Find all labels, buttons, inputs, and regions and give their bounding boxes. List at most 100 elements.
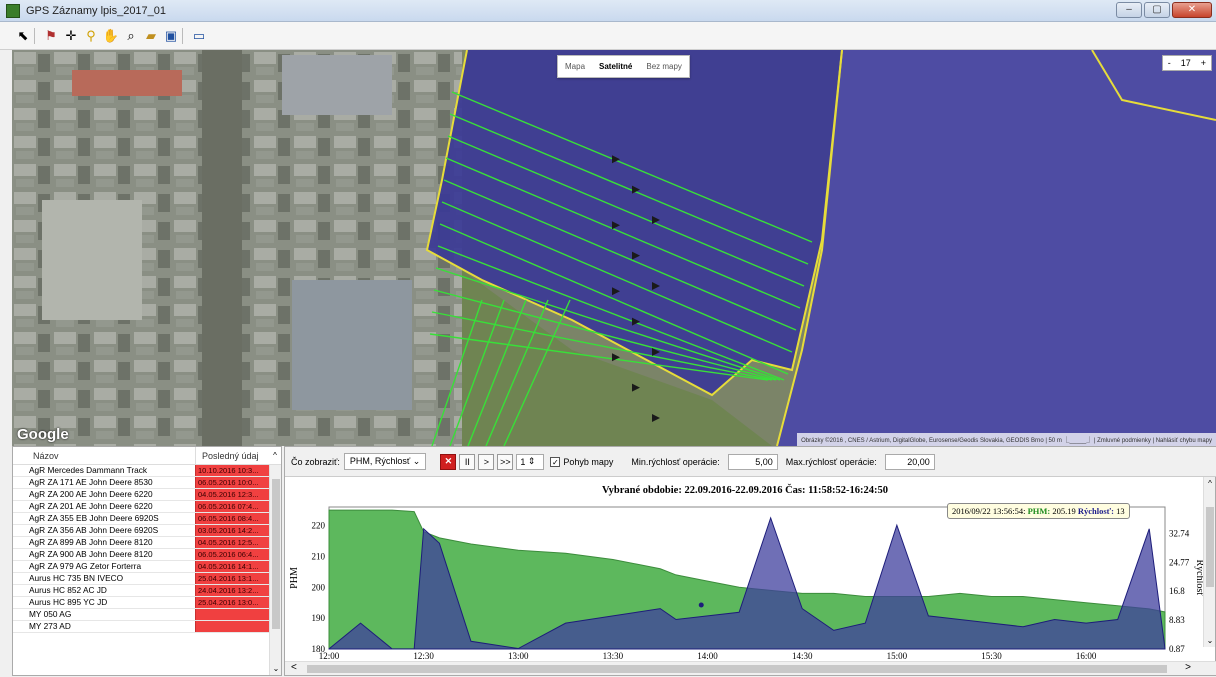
hand-icon[interactable]: ✋ (102, 27, 120, 45)
building (292, 280, 412, 410)
google-logo: Google (17, 426, 69, 443)
crosshair-icon[interactable]: ✛ (62, 27, 80, 45)
sort-up-icon[interactable]: ^ (269, 447, 281, 464)
move-map-checkbox[interactable]: ✓ (550, 456, 561, 467)
vehicle-row[interactable]: AgR ZA 356 AB John Deere 6920S 03.05.2016… (13, 525, 269, 537)
vehicle-last-record: 10.10.2016 10:3... (195, 465, 269, 476)
step-spinner[interactable]: 1 ⇕ (516, 453, 545, 470)
vehicle-last-record: 06.05.2016 08:4... (195, 513, 269, 524)
vehicle-row[interactable]: AgR ZA 900 AB John Deere 8120 06.05.2016 … (13, 549, 269, 561)
save-icon[interactable]: ▣ (162, 27, 180, 45)
playback-controls: Čo zobraziť: PHM, Rýchlosť ⌄ ✕ II > >> 1… (285, 447, 1216, 477)
y2-tick-label: 32.74 (1169, 528, 1190, 538)
fast-forward-button[interactable]: >> (497, 453, 514, 470)
vehicle-name: AgR ZA 900 AB John Deere 8120 (29, 549, 153, 559)
tooltip-phm-label: PHM: (1027, 506, 1051, 516)
window-icon[interactable]: ▭ (190, 27, 208, 45)
map-attribution[interactable]: Obrázky ©2016 , CNES / Astrium, DigitalG… (797, 433, 1216, 446)
vehicle-list-scrollbar[interactable]: ⌄ (269, 465, 281, 675)
x-tick-label: 13:30 (603, 651, 624, 661)
y2-tick-label: 0.87 (1169, 644, 1185, 654)
building (282, 55, 392, 115)
chart-cursor-point (698, 602, 704, 608)
chart-area: Vybrané obdobie: 22.09.2016-22.09.2016 Č… (285, 477, 1216, 677)
y-tick-label: 220 (312, 521, 326, 531)
vehicle-row[interactable]: AgR ZA 899 AB John Deere 8120 04.05.2016 … (13, 537, 269, 549)
maximize-button[interactable]: ▢ (1144, 2, 1170, 18)
scroll-thumb[interactable] (1206, 507, 1214, 587)
vehicle-name: Aurus HC 895 YC JD (29, 597, 108, 607)
vehicle-name: AgR ZA 979 AG Zetor Forterra (29, 561, 142, 571)
magnifier-icon[interactable]: ⌕ (122, 27, 140, 45)
move-map-label: Pohyb mapy (563, 456, 614, 467)
step-value: 1 (520, 456, 526, 467)
chevron-down-icon[interactable]: ⌄ (1204, 636, 1216, 645)
max-speed-label: Max.rýchlosť operácie: (785, 456, 877, 467)
max-speed-input[interactable]: 20,00 (884, 453, 935, 470)
map-type-satellite[interactable]: Satelitné (592, 56, 639, 77)
vehicle-last-record (195, 609, 269, 620)
tooltip-phm-value: 205.19 (1052, 506, 1076, 516)
x-tick-label: 14:30 (792, 651, 813, 661)
minimize-button[interactable]: – (1116, 2, 1142, 18)
zoom-in-button[interactable]: + (1196, 56, 1211, 70)
vehicle-last-record: 04.05.2016 14:1... (195, 561, 269, 572)
tooltip-time: 2016/09/22 13:56:54: (952, 506, 1026, 516)
vehicle-row[interactable]: AgR ZA 355 EB John Deere 6920S 06.05.2016… (13, 513, 269, 525)
map-type-selector: Mapa Satelitné Bez mapy (557, 55, 690, 78)
chart-vertical-scrollbar[interactable]: ^ ⌄ (1203, 477, 1215, 647)
building (72, 70, 182, 96)
vehicle-name: MY 273 AD (29, 621, 71, 631)
folder-icon[interactable]: ▰ (142, 27, 160, 45)
x-tick-label: 16:00 (1076, 651, 1097, 661)
next-button[interactable]: > (478, 453, 495, 470)
pin-icon[interactable]: ⚲ (82, 27, 100, 45)
vehicle-row[interactable]: AgR ZA 200 AE John Deere 6220 04.05.2016 … (13, 489, 269, 501)
vehicle-last-record: 03.05.2016 14:2... (195, 525, 269, 536)
map-view[interactable]: Mapa Satelitné Bez mapy - 17 + Google Ob… (12, 50, 1216, 446)
vehicle-last-record (195, 621, 269, 632)
satellite-map (12, 50, 1216, 446)
show-select-value: PHM, Rýchlosť (349, 456, 411, 466)
min-speed-label: Min.rýchlosť operácie: (631, 456, 720, 467)
chart-horizontal-scrollbar[interactable]: < > (285, 661, 1216, 675)
min-speed-input[interactable]: 5,00 (727, 453, 778, 470)
vehicle-name: AgR ZA 171 AE John Deere 8530 (29, 477, 153, 487)
vehicle-name: AgR ZA 201 AE John Deere 6220 (29, 501, 153, 511)
pause-button[interactable]: II (459, 453, 476, 470)
tooltip-speed-label: Rýchlosť: (1077, 506, 1114, 516)
flag-icon[interactable]: ⚑ (42, 27, 60, 45)
column-last-record[interactable]: Posledný údaj (195, 447, 269, 464)
close-button[interactable]: ✕ (1172, 2, 1212, 18)
y-tick-label: 190 (312, 613, 326, 623)
vehicle-row[interactable]: MY 273 AD (13, 621, 269, 633)
vehicle-last-record: 04.05.2016 12:5... (195, 537, 269, 548)
vehicle-row[interactable]: AgR ZA 201 AE John Deere 6220 06.05.2016 … (13, 501, 269, 513)
vehicle-row[interactable]: Aurus HC 735 BN IVECO 25.04.2016 13:1... (13, 573, 269, 585)
tooltip-speed-value: 13 (1116, 506, 1125, 516)
column-name[interactable]: Názov (13, 447, 195, 464)
vehicle-row[interactable]: Aurus HC 895 YC JD 25.04.2016 13:0... (13, 597, 269, 609)
chevron-left-icon[interactable]: < (291, 662, 297, 673)
vehicle-row[interactable]: MY 050 AG (13, 609, 269, 621)
vehicle-row[interactable]: AgR Mercedes Dammann Track 10.10.2016 10:… (13, 465, 269, 477)
stop-button[interactable]: ✕ (440, 453, 457, 470)
vehicle-row[interactable]: AgR ZA 171 AE John Deere 8530 06.05.2016 … (13, 477, 269, 489)
vehicle-row[interactable]: AgR ZA 979 AG Zetor Forterra 04.05.2016 1… (13, 561, 269, 573)
vehicle-row[interactable]: Aurus HC 852 AC JD 24.04.2016 13:2... (13, 585, 269, 597)
vehicle-name: AgR ZA 200 AE John Deere 6220 (29, 489, 153, 499)
scroll-thumb[interactable] (272, 479, 280, 629)
y2-tick-label: 24.77 (1169, 557, 1190, 567)
chevron-right-icon[interactable]: > (1185, 662, 1191, 673)
y-tick-label: 210 (312, 551, 326, 561)
map-type-map[interactable]: Mapa (558, 56, 592, 77)
vehicle-last-record: 06.05.2016 10:0... (195, 477, 269, 488)
chart-panel: Čo zobraziť: PHM, Rýchlosť ⌄ ✕ II > >> 1… (284, 446, 1216, 676)
scroll-thumb[interactable] (307, 665, 1167, 673)
cursor-icon[interactable]: ⬉ (14, 27, 32, 45)
show-select[interactable]: PHM, Rýchlosť ⌄ (343, 453, 427, 470)
zoom-out-button[interactable]: - (1163, 56, 1176, 70)
chevron-up-icon[interactable]: ^ (1204, 479, 1216, 488)
chevron-down-icon[interactable]: ⌄ (270, 664, 282, 673)
map-type-none[interactable]: Bez mapy (639, 56, 689, 77)
